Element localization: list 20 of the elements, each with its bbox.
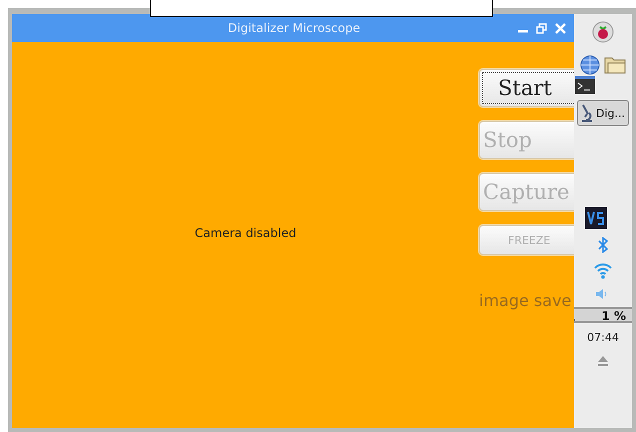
restore-icon[interactable] <box>536 22 547 34</box>
action-button[interactable]: Start <box>479 69 574 107</box>
task-label: Dig... <box>596 106 625 120</box>
clock-text[interactable]: 07:44 <box>587 331 619 344</box>
status-text: image save <box>479 291 572 310</box>
vnc-icon[interactable] <box>585 207 607 229</box>
cpu-reading: 1 % <box>601 309 626 323</box>
raspberry-icon[interactable] <box>592 21 614 43</box>
wifi-icon[interactable] <box>594 263 612 279</box>
bluetooth-icon[interactable] <box>598 237 608 253</box>
camera-status-text: Camera disabled <box>194 226 296 240</box>
terminal-icon[interactable] <box>575 76 595 94</box>
globe-icon[interactable] <box>580 55 600 75</box>
folder-icon[interactable] <box>604 56 626 74</box>
cpu-meter[interactable]: 1 % <box>574 307 632 323</box>
microscope-icon <box>580 103 594 123</box>
close-icon[interactable] <box>555 22 566 34</box>
window-title: Digitalizer Microscope <box>226 21 362 35</box>
eject-icon[interactable] <box>597 356 609 366</box>
taskbar-button[interactable]: Dig... <box>577 100 629 126</box>
